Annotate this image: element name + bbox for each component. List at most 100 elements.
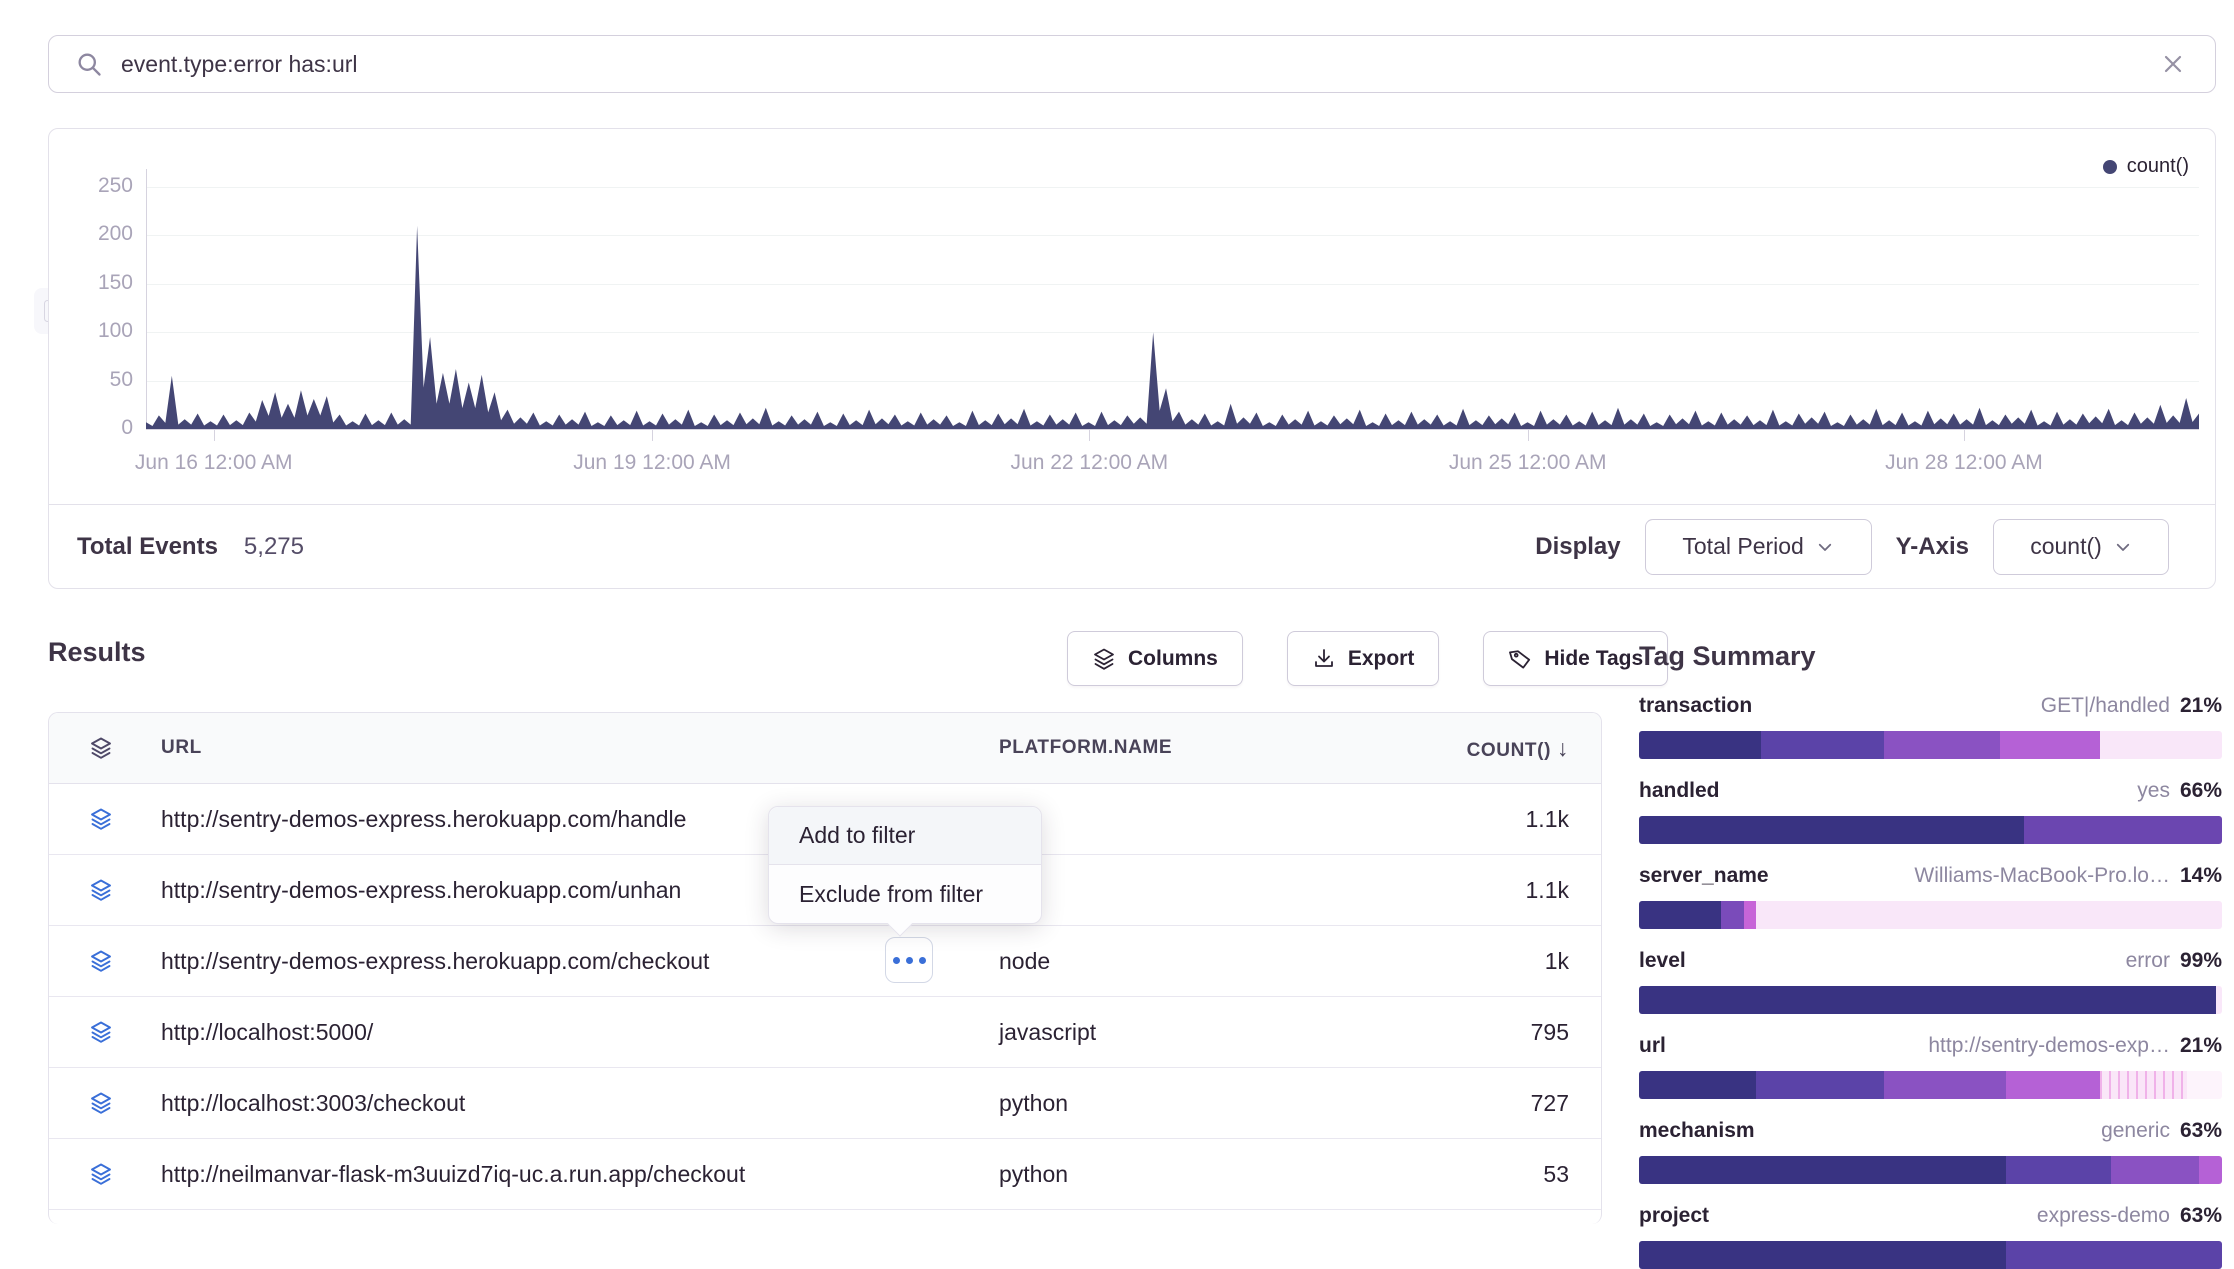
search-input[interactable]: event.type:error has:url bbox=[121, 51, 2161, 78]
platform-cell: node bbox=[999, 948, 1359, 975]
yaxis-dropdown[interactable]: count() bbox=[1993, 519, 2169, 575]
url-cell[interactable]: http://neilmanvar-flask-m3uuizd7iq-uc.a.… bbox=[113, 1161, 999, 1188]
export-button[interactable]: Export bbox=[1287, 631, 1440, 686]
tag-bar-segment[interactable] bbox=[1639, 731, 1761, 759]
stack-icon bbox=[1092, 647, 1116, 671]
columns-button[interactable]: Columns bbox=[1067, 631, 1243, 686]
tag-top-percent: 66% bbox=[2180, 779, 2222, 803]
menu-item-add-to-filter[interactable]: Add to filter bbox=[769, 807, 1041, 865]
chevron-down-icon bbox=[2114, 538, 2132, 556]
tag-distribution-bar[interactable] bbox=[1639, 1156, 2222, 1184]
table-row[interactable]: http://localhost:3003/checkout python 72… bbox=[49, 1068, 1601, 1139]
tag-bar-segment[interactable] bbox=[2100, 1071, 2187, 1099]
tag-bar-segment[interactable] bbox=[1639, 1156, 2006, 1184]
tag-bar-segment[interactable] bbox=[2100, 731, 2222, 759]
tag-bar-segment[interactable] bbox=[2111, 1156, 2198, 1184]
table-row[interactable]: http://sentry-demos-express.herokuapp.co… bbox=[49, 926, 1601, 997]
y-axis-tick: 100 bbox=[63, 319, 133, 343]
stack-icon bbox=[49, 948, 113, 974]
tag-bar-segment[interactable] bbox=[2006, 1071, 2099, 1099]
x-tick-mark bbox=[1089, 429, 1090, 441]
tag-row: level error 99% bbox=[1639, 949, 2222, 1014]
url-cell[interactable]: http://sentry-demos-express.herokuapp.co… bbox=[113, 948, 999, 975]
search-bar[interactable]: event.type:error has:url bbox=[48, 35, 2216, 93]
table-header: URL PLATFORM.NAME COUNT() ↓ bbox=[49, 713, 1601, 784]
stack-icon[interactable] bbox=[49, 735, 113, 761]
yaxis-dropdown-value: count() bbox=[2030, 533, 2102, 560]
tag-bar-segment[interactable] bbox=[2000, 731, 2099, 759]
tag-top-percent: 14% bbox=[2180, 864, 2222, 888]
tag-bar-segment[interactable] bbox=[1744, 901, 1756, 929]
tag-bar-segment[interactable] bbox=[1756, 1071, 1884, 1099]
x-tick-mark bbox=[652, 429, 653, 441]
total-events-label: Total Events bbox=[77, 533, 218, 561]
menu-item-exclude-from-filter[interactable]: Exclude from filter bbox=[769, 865, 1041, 923]
gridline bbox=[146, 429, 2199, 430]
tag-top-percent: 21% bbox=[2180, 1034, 2222, 1058]
tag-distribution-bar[interactable] bbox=[1639, 986, 2222, 1014]
hide-tags-button-label: Hide Tags bbox=[1544, 647, 1643, 671]
display-dropdown[interactable]: Total Period bbox=[1645, 519, 1872, 575]
tag-bar-segment[interactable] bbox=[1639, 1071, 1756, 1099]
filter-context-menu: Add to filter Exclude from filter bbox=[768, 806, 1042, 924]
column-header-count[interactable]: COUNT() ↓ bbox=[1359, 735, 1601, 762]
results-table: URL PLATFORM.NAME COUNT() ↓ http://sentr… bbox=[48, 712, 1602, 1224]
chevron-down-icon bbox=[1816, 538, 1834, 556]
tag-summary-title: Tag Summary bbox=[1639, 641, 1816, 672]
tag-bar-segment[interactable] bbox=[1639, 901, 1721, 929]
tag-label: handled bbox=[1639, 779, 1720, 803]
tag-row: url http://sentry-demos-exp… 21% bbox=[1639, 1034, 2222, 1099]
tag-row: handled yes 66% bbox=[1639, 779, 2222, 844]
platform-cell: python bbox=[999, 1161, 1359, 1188]
tag-distribution-bar[interactable] bbox=[1639, 1241, 2222, 1269]
x-axis-tick: Jun 19 12:00 AM bbox=[573, 451, 731, 475]
y-axis-tick: 50 bbox=[63, 368, 133, 392]
display-label: Display bbox=[1535, 533, 1620, 561]
tag-bar-segment[interactable] bbox=[2187, 1071, 2222, 1099]
tag-bar-segment[interactable] bbox=[1639, 986, 2216, 1014]
tag-bar-segment[interactable] bbox=[2199, 1156, 2222, 1184]
tag-distribution-bar[interactable] bbox=[1639, 816, 2222, 844]
tag-bar-segment[interactable] bbox=[2024, 816, 2222, 844]
tag-label: mechanism bbox=[1639, 1119, 1755, 1143]
url-cell[interactable]: http://localhost:3003/checkout bbox=[113, 1090, 999, 1117]
tag-distribution-bar[interactable] bbox=[1639, 731, 2222, 759]
tag-top-percent: 21% bbox=[2180, 694, 2222, 718]
tag-distribution-bar[interactable] bbox=[1639, 901, 2222, 929]
search-icon bbox=[75, 50, 103, 78]
events-chart-panel: count() Jun 16 12:00 AMJun 19 12:00 AMJu… bbox=[48, 128, 2216, 589]
tag-bar-segment[interactable] bbox=[2006, 1156, 2111, 1184]
tag-bar-segment[interactable] bbox=[1884, 731, 2001, 759]
table-row[interactable]: http://neilmanvar-flask-m3uuizd7iq-uc.a.… bbox=[49, 1139, 1601, 1210]
x-axis-tick: Jun 16 12:00 AM bbox=[135, 451, 293, 475]
tag-label: server_name bbox=[1639, 864, 1769, 888]
x-tick-mark bbox=[1964, 429, 1965, 441]
x-tick-mark bbox=[1528, 429, 1529, 441]
table-row[interactable]: http://localhost:5000/ javascript 795 bbox=[49, 997, 1601, 1068]
chart-footer: Total Events 5,275 Display Total Period … bbox=[49, 504, 2215, 588]
tag-bar-segment[interactable] bbox=[1761, 731, 1883, 759]
url-cell[interactable]: http://localhost:5000/ bbox=[113, 1019, 999, 1046]
tag-top-percent: 63% bbox=[2180, 1119, 2222, 1143]
platform-cell: python bbox=[999, 1090, 1359, 1117]
tag-bar-segment[interactable] bbox=[2216, 986, 2222, 1014]
y-axis-tick: 0 bbox=[63, 416, 133, 440]
more-actions-button[interactable] bbox=[885, 937, 933, 983]
tag-top-value: http://sentry-demos-exp… bbox=[1928, 1034, 2170, 1058]
tag-bar-segment[interactable] bbox=[1884, 1071, 2006, 1099]
column-header-platform[interactable]: PLATFORM.NAME bbox=[999, 737, 1359, 759]
column-header-url[interactable]: URL bbox=[113, 737, 999, 759]
tag-distribution-bar[interactable] bbox=[1639, 1071, 2222, 1099]
stack-icon bbox=[49, 1019, 113, 1045]
tag-row: project express-demo 63% bbox=[1639, 1204, 2222, 1269]
area-chart[interactable]: Jun 16 12:00 AMJun 19 12:00 AMJun 22 12:… bbox=[146, 169, 2199, 429]
tag-bar-segment[interactable] bbox=[1721, 901, 1744, 929]
clear-search-icon[interactable] bbox=[2161, 52, 2185, 76]
y-axis-tick: 200 bbox=[63, 222, 133, 246]
tag-bar-segment[interactable] bbox=[1756, 901, 2222, 929]
x-axis-tick: Jun 28 12:00 AM bbox=[1885, 451, 2043, 475]
tag-bar-segment[interactable] bbox=[2006, 1241, 2222, 1269]
y-axis-tick: 250 bbox=[63, 174, 133, 198]
tag-bar-segment[interactable] bbox=[1639, 816, 2024, 844]
tag-bar-segment[interactable] bbox=[1639, 1241, 2006, 1269]
